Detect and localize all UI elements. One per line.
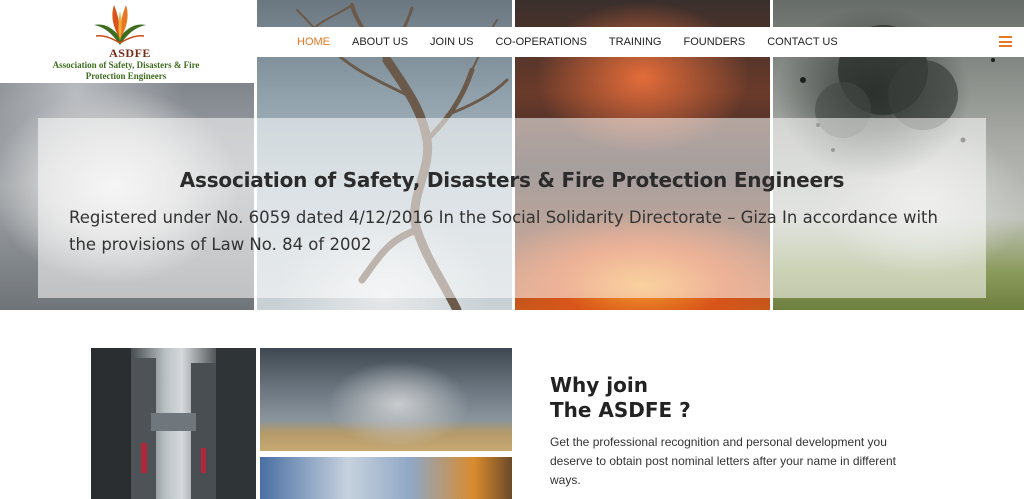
wildfire-image (260, 457, 512, 499)
nav-item-founders[interactable]: FOUNDERS (683, 36, 745, 48)
hero-caption: Association of Safety, Disasters & Fire … (38, 118, 986, 298)
logo-subtitle: Association of Safety, Disasters & Fire … (52, 60, 200, 81)
logo-title: ASDFE (109, 46, 151, 60)
main-navigation: HOME ABOUT US JOIN US CO-OPERATIONS TRAI… (257, 27, 1024, 57)
hero-description: Registered under No. 6059 dated 4/12/201… (69, 208, 938, 254)
nav-item-contact-us[interactable]: CONTACT US (767, 36, 838, 48)
nav-item-co-operations[interactable]: CO-OPERATIONS (495, 36, 586, 48)
why-join-description: Get the professional recognition and per… (550, 435, 896, 487)
hero-banner: ASDFE Association of Safety, Disasters &… (0, 0, 1024, 310)
hero-title: Association of Safety, Disasters & Fire … (179, 168, 845, 192)
why-join-heading-org: The ASDFE ? (550, 398, 691, 422)
nav-item-training[interactable]: TRAINING (609, 36, 662, 48)
nav-item-home[interactable]: HOME (297, 36, 330, 48)
site-logo[interactable]: ASDFE Association of Safety, Disasters &… (0, 0, 254, 83)
nav-item-join-us[interactable]: JOIN US (430, 36, 473, 48)
nav-item-about-us[interactable]: ABOUT US (352, 36, 408, 48)
flame-leaf-logo-icon (94, 5, 146, 45)
hamburger-icon[interactable] (999, 36, 1012, 47)
nav-menu: HOME ABOUT US JOIN US CO-OPERATIONS TRAI… (257, 27, 838, 57)
why-join-heading: Why join (550, 373, 648, 397)
city-buildings-image (91, 348, 256, 499)
storm-landscape-image (260, 348, 512, 451)
